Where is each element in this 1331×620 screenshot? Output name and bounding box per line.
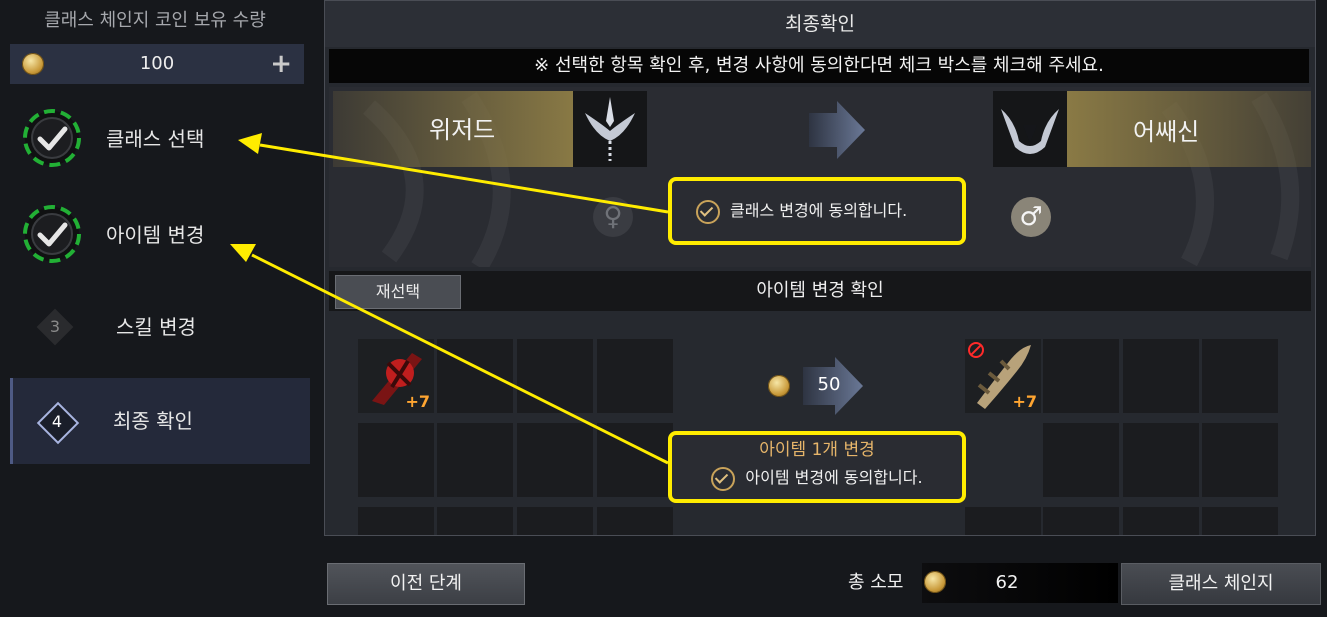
checkbox-checked-icon[interactable]: [711, 466, 736, 491]
empty-slot[interactable]: [1202, 339, 1278, 413]
step-label: 최종 확인: [113, 409, 193, 433]
step-class-select[interactable]: 클래스 선택: [10, 100, 310, 184]
item-section-title: 아이템 변경 확인: [756, 280, 884, 301]
empty-slot[interactable]: [1202, 423, 1278, 497]
step-number: 4: [51, 412, 63, 431]
class-change-button[interactable]: 클래스 체인지: [1121, 563, 1321, 605]
class-consent-checkbox[interactable]: 클래스 변경에 동의합니다.: [668, 177, 966, 245]
coin-title: 클래스 체인지 코인 보유 수량: [44, 10, 266, 31]
step-label: 클래스 선택: [106, 127, 205, 151]
step-label: 스킬 변경: [116, 315, 196, 339]
empty-slot[interactable]: [1043, 339, 1119, 413]
class-consent-label: 클래스 변경에 동의합니다.: [730, 201, 908, 220]
empty-slot[interactable]: [1043, 423, 1119, 497]
coin-balance-bar: 100 +: [10, 44, 304, 84]
step-item-change[interactable]: 아이템 변경: [10, 196, 310, 280]
step-number: 3: [49, 317, 61, 336]
empty-slot[interactable]: [1123, 423, 1199, 497]
coin-count: 100: [139, 53, 175, 74]
add-coin-button[interactable]: +: [270, 48, 292, 80]
empty-slot[interactable]: [517, 423, 593, 497]
enhance-level: +7: [1012, 392, 1037, 411]
empty-slot[interactable]: [1043, 507, 1119, 535]
female-gender-icon[interactable]: ♀: [593, 197, 633, 237]
empty-slot[interactable]: [437, 423, 513, 497]
empty-slot[interactable]: [517, 339, 593, 413]
item-change-cost: 50: [817, 374, 841, 395]
total-cost-value: 62: [995, 572, 1019, 593]
completed-check-icon: [23, 205, 81, 263]
empty-slot[interactable]: [965, 507, 1041, 535]
game-window: 클래스 체인지 코인 보유 수량 100 + 클래스 선택 아이템 변경 3 스…: [0, 0, 1327, 617]
step-final-confirm[interactable]: 4 최종 확인: [10, 378, 310, 464]
empty-slot[interactable]: [1123, 339, 1199, 413]
step-label: 아이템 변경: [106, 223, 205, 247]
empty-slot[interactable]: [437, 339, 513, 413]
male-gender-icon[interactable]: ♂: [1011, 197, 1051, 237]
notice-text: ※ 선택한 항목 확인 후, 변경 사항에 동의한다면 체크 박스를 체크해 주…: [329, 49, 1309, 83]
empty-slot[interactable]: [517, 507, 593, 535]
empty-slot[interactable]: [358, 423, 434, 497]
coin-icon: [768, 375, 790, 397]
item-consent-label: 아이템 변경에 동의합니다.: [745, 468, 923, 487]
from-class-name: 위저드: [429, 116, 496, 144]
final-confirm-panel: 최종확인 ※ 선택한 항목 확인 후, 변경 사항에 동의한다면 체크 박스를 …: [324, 0, 1316, 536]
to-class-name: 어쌔신: [1133, 118, 1200, 146]
panel-title: 최종확인: [325, 1, 1315, 47]
item-consent-checkbox[interactable]: 아이템 1개 변경 아이템 변경에 동의합니다.: [668, 431, 966, 503]
total-cost-label: 총 소모: [848, 572, 904, 593]
empty-slot[interactable]: [597, 507, 673, 535]
enhance-level: +7: [405, 392, 430, 411]
empty-slot[interactable]: [597, 423, 673, 497]
previous-step-button[interactable]: 이전 단계: [327, 563, 525, 605]
empty-slot[interactable]: [358, 507, 434, 535]
item-change-summary: 아이템 1개 변경: [759, 440, 875, 460]
empty-slot[interactable]: [437, 507, 513, 535]
restricted-icon: [968, 342, 984, 358]
total-cost-box: 62: [922, 563, 1118, 603]
assassin-class-icon: [993, 91, 1067, 167]
empty-slot[interactable]: [1202, 507, 1278, 535]
wizard-class-icon: [573, 91, 647, 167]
empty-slot[interactable]: [597, 339, 673, 413]
step-skill-change[interactable]: 3 스킬 변경: [10, 286, 310, 370]
class-change-arrow-icon: [809, 101, 865, 159]
empty-slot[interactable]: [1123, 507, 1199, 535]
to-item-slot[interactable]: +7: [965, 339, 1041, 413]
checkbox-checked-icon[interactable]: [696, 199, 720, 224]
completed-check-icon: [23, 109, 81, 167]
from-item-slot[interactable]: +7: [358, 339, 434, 413]
item-change-header: 재선택 아이템 변경 확인: [329, 271, 1311, 311]
